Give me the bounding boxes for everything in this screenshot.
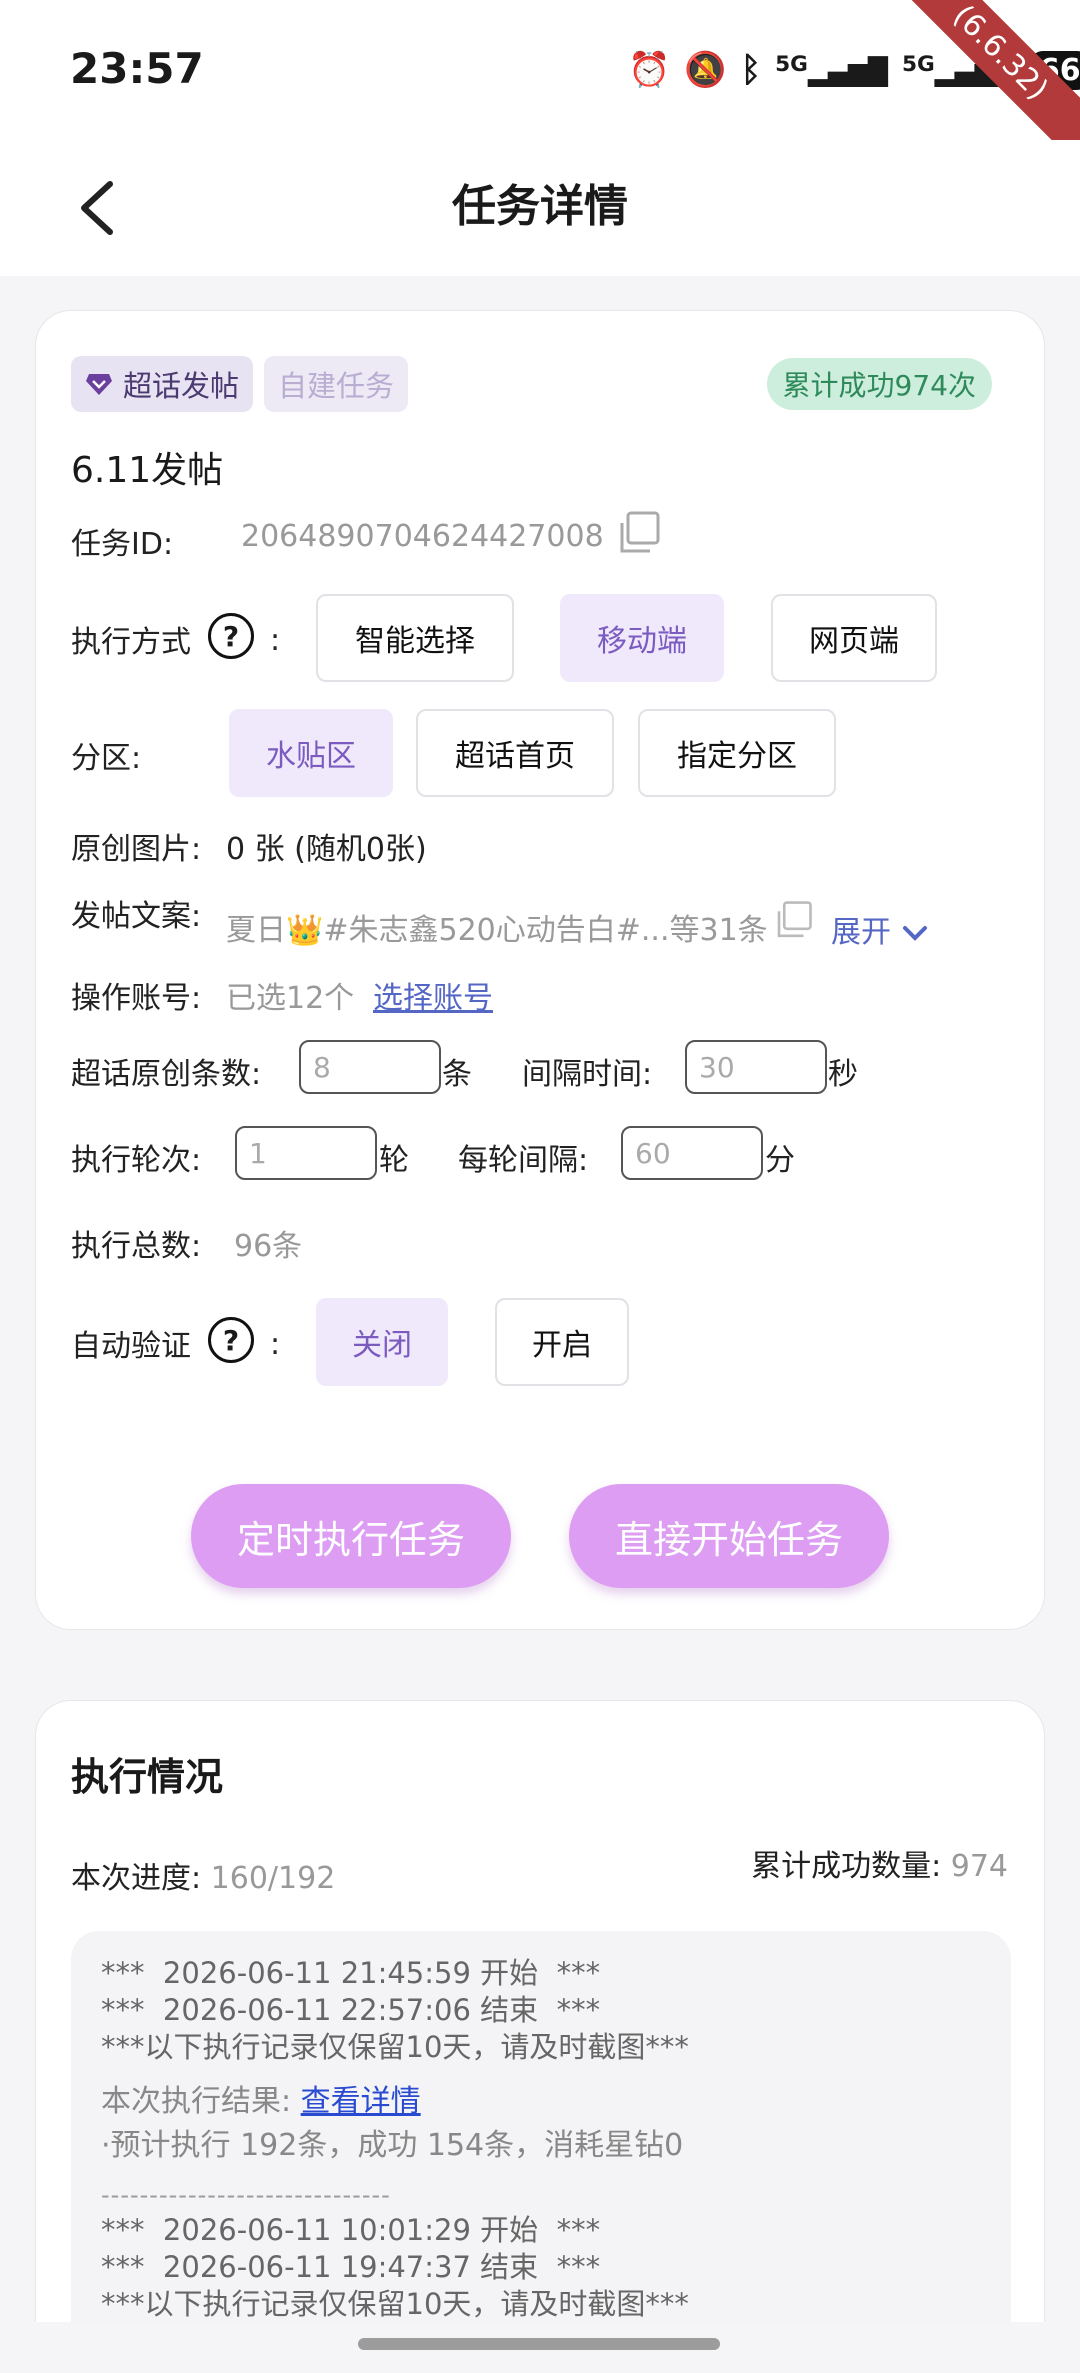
account-label: 操作账号: <box>71 981 202 1016</box>
interval-label: 间隔时间: <box>522 1057 653 1092</box>
execution-card: 执行情况 本次进度: 160/192 累计成功数量: 974 *** 2026-… <box>35 1700 1045 2373</box>
self-built-tag: 自建任务 <box>264 356 409 412</box>
total-success-value: 974 <box>950 1849 1008 1884</box>
signal-icon: 5G▂▄▆█ <box>775 52 888 88</box>
schedule-task-button[interactable]: 定时执行任务 <box>191 1484 511 1588</box>
select-account-link[interactable]: 选择账号 <box>373 973 493 1017</box>
total-label: 执行总数: <box>71 1229 202 1264</box>
original-count-input[interactable]: 8 <box>299 1040 441 1094</box>
copy-icon[interactable] <box>614 509 662 557</box>
log-divider: ------------------------------ <box>101 2181 391 2209</box>
exec-mode-smart[interactable]: 智能选择 <box>316 594 514 682</box>
super-topic-tag: 超话发帖 <box>71 356 254 412</box>
help-icon-verify[interactable]: ? <box>208 1317 254 1363</box>
start-task-button[interactable]: 直接开始任务 <box>569 1484 889 1588</box>
partition-label: 分区: <box>71 741 142 776</box>
copy-label: 发帖文案: <box>71 899 202 934</box>
execution-title: 执行情况 <box>71 1755 224 1799</box>
status-bar: 23:57 ⏰ 🔕 ᛒ 5G▂▄▆█ 5G▂▄▆█ 66 (6.6.32) <box>0 0 1080 177</box>
chevron-down-icon <box>902 925 927 941</box>
help-icon[interactable]: ? <box>208 613 254 659</box>
log-result-detail: ·预计执行 192条，成功 154条，消耗星钻0 <box>101 2128 684 2163</box>
progress-label: 本次进度: 160/192 <box>71 1861 336 1896</box>
rounds-input[interactable]: 1 <box>235 1126 377 1180</box>
auto-verify-colon: : <box>270 1327 281 1362</box>
account-value: 已选12个 <box>226 981 355 1016</box>
progress-value: 160/192 <box>210 1861 336 1896</box>
bell-muted-icon: 🔕 <box>684 50 727 90</box>
interval-input[interactable]: 30 <box>685 1040 827 1094</box>
execution-log[interactable]: *** 2026-06-11 21:45:59 开始 *** *** 2026-… <box>71 1931 1011 2373</box>
status-time: 23:57 <box>70 44 204 93</box>
log-note-line-2: ***以下执行记录仅保留10天，请及时截图*** <box>101 2287 689 2321</box>
partition-water[interactable]: 水贴区 <box>229 709 393 797</box>
log-end-line-2: *** 2026-06-11 19:47:37 结束 *** <box>101 2250 601 2284</box>
success-count-badge: 累计成功974次 <box>766 358 992 410</box>
exec-mode-web[interactable]: 网页端 <box>771 594 937 682</box>
copy-text-icon[interactable] <box>772 899 814 941</box>
original-count-unit: 条 <box>442 1057 472 1092</box>
round-interval-label: 每轮间隔: <box>458 1143 589 1178</box>
task-name: 6.11发帖 <box>71 450 224 491</box>
log-start-line-2: *** 2026-06-11 10:01:29 开始 *** <box>101 2213 601 2247</box>
interval-unit: 秒 <box>828 1057 858 1092</box>
navbar: 任务详情 <box>0 140 1080 276</box>
copy-value: 夏日👑#朱志鑫520心动告白#...等31条 <box>226 913 768 948</box>
exec-mode-label: 执行方式 <box>71 625 191 660</box>
rounds-unit: 轮 <box>379 1143 409 1178</box>
auto-verify-off[interactable]: 关闭 <box>316 1298 448 1386</box>
round-interval-unit: 分 <box>765 1143 795 1178</box>
total-success-label: 累计成功数量: 974 <box>751 1849 1008 1884</box>
log-result: 本次执行结果: 查看详情 <box>101 2084 421 2119</box>
rounds-label: 执行轮次: <box>71 1143 202 1178</box>
partition-specified[interactable]: 指定分区 <box>638 709 836 797</box>
home-indicator[interactable] <box>358 2338 720 2350</box>
round-interval-input[interactable]: 60 <box>621 1126 763 1180</box>
task-card: 超话发帖 自建任务 累计成功974次 6.11发帖 任务ID: 20648907… <box>35 310 1045 1630</box>
exec-mode-mobile[interactable]: 移动端 <box>560 594 724 682</box>
page-title: 任务详情 <box>452 181 628 232</box>
images-label: 原创图片: <box>71 832 202 867</box>
original-count-label: 超话原创条数: <box>71 1057 262 1092</box>
partition-home[interactable]: 超话首页 <box>416 709 614 797</box>
auto-verify-on[interactable]: 开启 <box>495 1298 629 1386</box>
bluetooth-icon: ᛒ <box>740 50 762 90</box>
gem-icon <box>86 374 112 395</box>
log-end-line: *** 2026-06-11 22:57:06 结束 *** <box>101 1993 601 2027</box>
expand-button[interactable]: 展开 <box>831 907 929 951</box>
view-details-link[interactable]: 查看详情 <box>301 2084 421 2119</box>
auto-verify-label: 自动验证 <box>71 1329 191 1364</box>
task-id-label: 任务ID: <box>71 527 174 562</box>
total-value: 96条 <box>234 1229 303 1264</box>
task-id-value: 2064890704624427008 <box>241 519 604 554</box>
alarm-icon: ⏰ <box>628 50 671 90</box>
images-value: 0 张 (随机0张) <box>226 832 427 867</box>
log-note-line: ***以下执行记录仅保留10天，请及时截图*** <box>101 2030 689 2064</box>
exec-mode-colon: : <box>270 623 281 658</box>
log-start-line: *** 2026-06-11 21:45:59 开始 *** <box>101 1956 601 1990</box>
